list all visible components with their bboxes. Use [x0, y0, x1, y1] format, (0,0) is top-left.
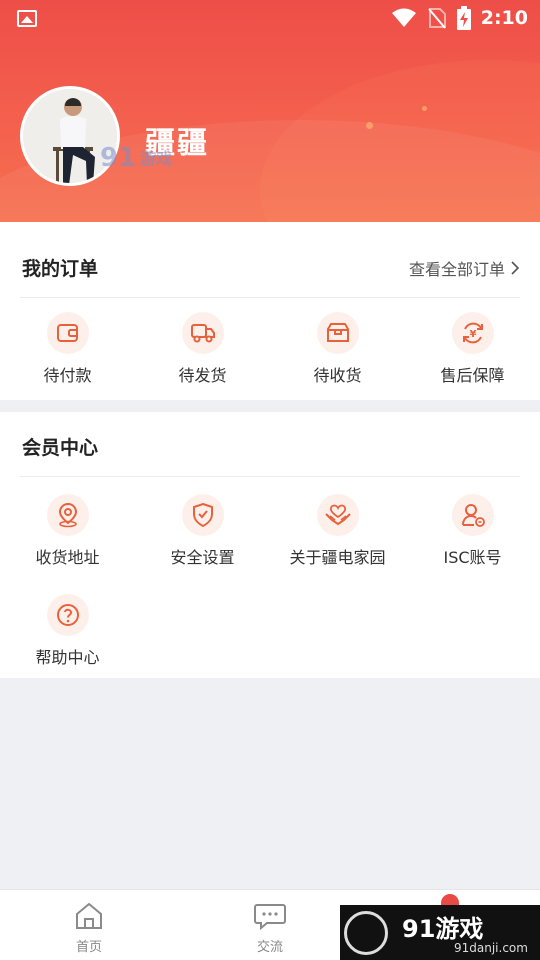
- user-link-icon: [451, 494, 494, 536]
- watermark-brand: 91游戏: [402, 915, 484, 943]
- svg-text:91: 91: [100, 143, 136, 173]
- divider: [20, 297, 520, 298]
- box-icon: [316, 312, 359, 354]
- nav-home[interactable]: 首页: [44, 902, 134, 955]
- shield-check-icon: [181, 494, 224, 536]
- help-center[interactable]: 帮助中心: [0, 594, 135, 668]
- divider: [20, 476, 520, 477]
- watermark-circle: [344, 911, 388, 955]
- security-settings[interactable]: 安全设置: [135, 494, 270, 568]
- view-all-orders-link[interactable]: 查看全部订单: [409, 256, 520, 280]
- watermark-logo: 91 游戏: [100, 143, 172, 173]
- nav-chat[interactable]: 交流: [225, 902, 315, 955]
- order-item-label: 待收货: [313, 366, 362, 385]
- member-item-label: 关于疆电家园: [289, 548, 386, 567]
- order-item-label: 售后保障: [440, 366, 505, 385]
- chat-icon: [254, 904, 286, 931]
- isc-account[interactable]: ISC账号: [405, 494, 540, 568]
- my-orders-title: 我的订单: [22, 258, 99, 280]
- watermark: 91游戏 91danji.com: [340, 905, 540, 960]
- member-item-label: 帮助中心: [35, 648, 100, 667]
- member-item-label: 安全设置: [170, 548, 235, 567]
- wifi-icon: [391, 8, 416, 27]
- nav-home-label: 首页: [75, 940, 102, 955]
- yuan-refresh-icon: ¥: [451, 312, 494, 354]
- nav-chat-label: 交流: [256, 940, 283, 955]
- image-notification-icon: [17, 10, 37, 27]
- battery-charging-icon: [456, 6, 471, 30]
- order-after-sales[interactable]: ¥ 售后保障: [405, 312, 540, 386]
- home-icon: [76, 902, 102, 929]
- order-pending-payment[interactable]: 待付款: [0, 312, 135, 386]
- question-icon: [46, 594, 89, 636]
- decorative-dot: [366, 122, 373, 129]
- svg-text:游戏: 游戏: [140, 149, 172, 168]
- no-sim-icon: [427, 8, 446, 29]
- heart-hands-icon: [316, 494, 359, 536]
- svg-text:¥: ¥: [469, 329, 476, 340]
- order-item-label: 待付款: [43, 366, 92, 385]
- about-app[interactable]: 关于疆电家园: [270, 494, 405, 568]
- decorative-dot: [422, 106, 427, 111]
- truck-icon: [181, 312, 224, 354]
- status-bar: 2:10: [0, 0, 540, 38]
- watermark-site: 91danji.com: [454, 941, 528, 955]
- order-pending-shipment[interactable]: 待发货: [135, 312, 270, 386]
- member-center-title: 会员中心: [22, 437, 99, 459]
- wallet-icon: [46, 312, 89, 354]
- location-pin-icon: [46, 494, 89, 536]
- my-orders-card: 我的订单 查看全部订单 待付款 待发货 待收货 ¥ 售后保障: [0, 222, 540, 400]
- member-item-label: ISC账号: [443, 548, 502, 567]
- chevron-right-icon: [511, 261, 520, 275]
- member-center-card: 会员中心 收货地址 安全设置 关于疆电家园 ISC账号 帮助中心: [0, 412, 540, 678]
- view-all-orders-label: 查看全部订单: [408, 260, 505, 279]
- member-item-label: 收货地址: [35, 548, 100, 567]
- status-time: 2:10: [480, 7, 528, 29]
- shipping-address[interactable]: 收货地址: [0, 494, 135, 568]
- order-item-label: 待发货: [178, 366, 227, 385]
- order-pending-receipt[interactable]: 待收货: [270, 312, 405, 386]
